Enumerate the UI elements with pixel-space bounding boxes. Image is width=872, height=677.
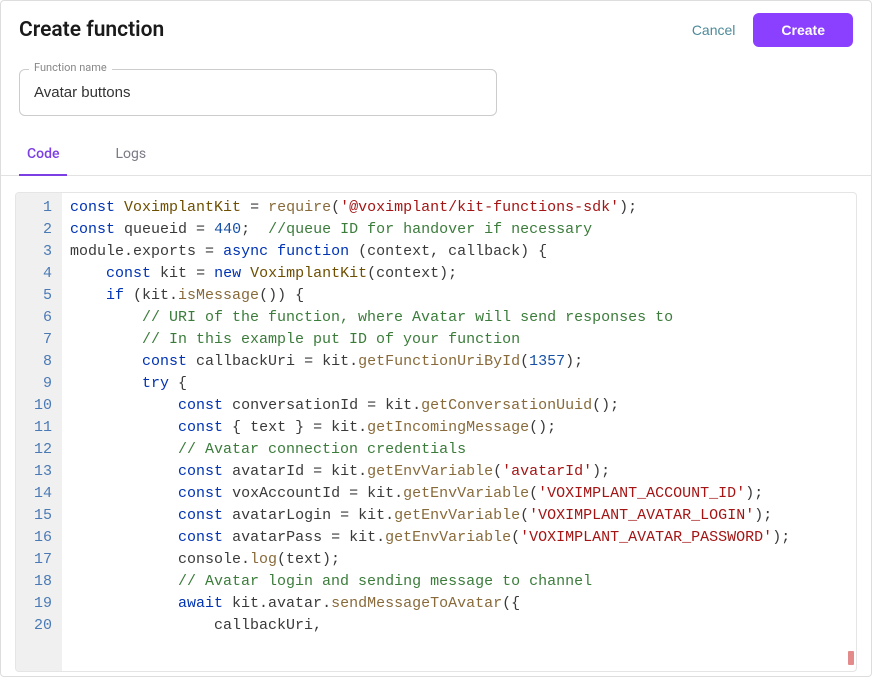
tab-logs[interactable]: Logs bbox=[107, 136, 154, 176]
code-line[interactable]: // In this example put ID of your functi… bbox=[70, 329, 856, 351]
line-number: 13 bbox=[16, 461, 62, 483]
line-number: 17 bbox=[16, 549, 62, 571]
code-line[interactable]: // Avatar connection credentials bbox=[70, 439, 856, 461]
cancel-button[interactable]: Cancel bbox=[692, 22, 736, 38]
code-line[interactable]: module.exports = async function (context… bbox=[70, 241, 856, 263]
code-line[interactable]: const avatarLogin = kit.getEnvVariable('… bbox=[70, 505, 856, 527]
code-line[interactable]: console.log(text); bbox=[70, 549, 856, 571]
line-number: 18 bbox=[16, 571, 62, 593]
page-title: Create function bbox=[19, 18, 164, 42]
create-button[interactable]: Create bbox=[753, 13, 853, 47]
line-number: 16 bbox=[16, 527, 62, 549]
header-actions: Cancel Create bbox=[692, 13, 853, 47]
code-line[interactable]: const callbackUri = kit.getFunctionUriBy… bbox=[70, 351, 856, 373]
line-number-gutter: 1234567891011121314151617181920 bbox=[16, 193, 62, 671]
code-line[interactable]: await kit.avatar.sendMessageToAvatar({ bbox=[70, 593, 856, 615]
code-line[interactable]: const avatarPass = kit.getEnvVariable('V… bbox=[70, 527, 856, 549]
code-line[interactable]: // Avatar login and sending message to c… bbox=[70, 571, 856, 593]
line-number: 11 bbox=[16, 417, 62, 439]
code-line[interactable]: const queueid = 440; //queue ID for hand… bbox=[70, 219, 856, 241]
code-area[interactable]: const VoximplantKit = require('@voximpla… bbox=[62, 193, 856, 671]
function-name-input[interactable] bbox=[19, 69, 497, 116]
line-number: 10 bbox=[16, 395, 62, 417]
dialog-header: Create function Cancel Create bbox=[1, 1, 871, 57]
line-number: 3 bbox=[16, 241, 62, 263]
function-name-field-wrap: Function name bbox=[1, 57, 871, 120]
function-name-label: Function name bbox=[29, 61, 112, 74]
code-line[interactable]: callbackUri, bbox=[70, 615, 856, 637]
line-number: 5 bbox=[16, 285, 62, 307]
code-line[interactable]: if (kit.isMessage()) { bbox=[70, 285, 856, 307]
line-number: 19 bbox=[16, 593, 62, 615]
code-line[interactable]: const kit = new VoximplantKit(context); bbox=[70, 263, 856, 285]
line-number: 2 bbox=[16, 219, 62, 241]
code-line[interactable]: const avatarId = kit.getEnvVariable('ava… bbox=[70, 461, 856, 483]
code-line[interactable]: const VoximplantKit = require('@voximpla… bbox=[70, 197, 856, 219]
code-line[interactable]: try { bbox=[70, 373, 856, 395]
line-number: 4 bbox=[16, 263, 62, 285]
function-name-field: Function name bbox=[19, 69, 497, 116]
line-number: 15 bbox=[16, 505, 62, 527]
line-number: 9 bbox=[16, 373, 62, 395]
line-number: 7 bbox=[16, 329, 62, 351]
code-line[interactable]: const conversationId = kit.getConversati… bbox=[70, 395, 856, 417]
line-number: 14 bbox=[16, 483, 62, 505]
code-line[interactable]: const voxAccountId = kit.getEnvVariable(… bbox=[70, 483, 856, 505]
tabs: Code Logs bbox=[1, 136, 871, 176]
line-number: 1 bbox=[16, 197, 62, 219]
line-number: 12 bbox=[16, 439, 62, 461]
code-line[interactable]: const { text } = kit.getIncomingMessage(… bbox=[70, 417, 856, 439]
editor-container: 1234567891011121314151617181920 const Vo… bbox=[1, 176, 871, 676]
scroll-marker bbox=[848, 651, 854, 665]
tab-code[interactable]: Code bbox=[19, 136, 67, 176]
code-editor[interactable]: 1234567891011121314151617181920 const Vo… bbox=[15, 192, 857, 672]
code-line[interactable]: // URI of the function, where Avatar wil… bbox=[70, 307, 856, 329]
line-number: 6 bbox=[16, 307, 62, 329]
line-number: 20 bbox=[16, 615, 62, 637]
line-number: 8 bbox=[16, 351, 62, 373]
